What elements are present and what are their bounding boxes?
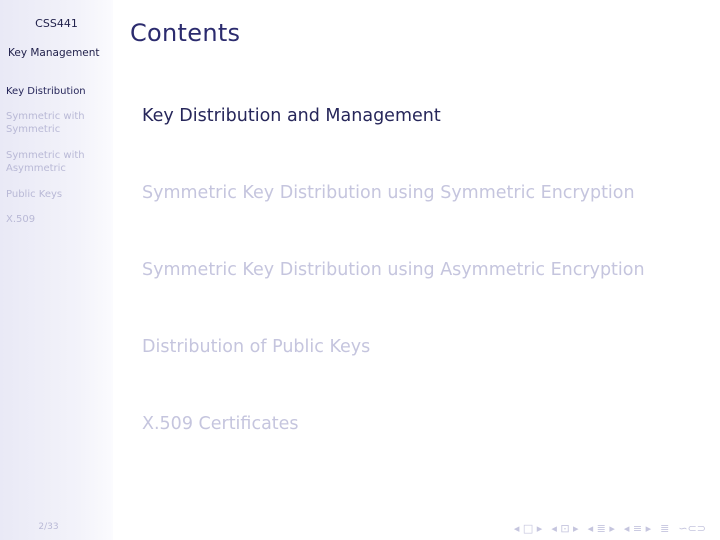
- nav-subsection-icon[interactable]: ◂ ≡ ▸: [624, 522, 651, 535]
- contents-item-key-distribution[interactable]: Key Distribution and Management: [142, 106, 441, 126]
- contents-item-symmetric-asymmetric[interactable]: Symmetric Key Distribution using Asymmet…: [142, 260, 645, 280]
- sidebar-item-symmetric-with-asymmetric[interactable]: Symmetric with Asymmetric: [6, 149, 110, 175]
- sidebar-item-public-keys[interactable]: Public Keys: [6, 188, 110, 201]
- nav-align-icon[interactable]: ≣: [660, 522, 669, 535]
- page-number: 2/33: [38, 522, 59, 532]
- lecture-subtitle[interactable]: Key Management: [8, 47, 100, 59]
- nav-slide-icon[interactable]: ◂ □ ▸: [514, 522, 542, 535]
- nav-section-icon[interactable]: ◂ ≣ ▸: [588, 522, 615, 535]
- nav-search-icon[interactable]: ∽⊂⊃: [678, 522, 706, 535]
- sidebar-item-symmetric-with-symmetric[interactable]: Symmetric with Symmetric: [6, 110, 110, 136]
- course-title[interactable]: CSS441: [0, 17, 113, 30]
- frame-title: Contents: [130, 19, 241, 47]
- contents-item-public-keys[interactable]: Distribution of Public Keys: [142, 337, 370, 357]
- sidebar-item-key-distribution[interactable]: Key Distribution: [6, 85, 110, 98]
- contents-item-symmetric-symmetric[interactable]: Symmetric Key Distribution using Symmetr…: [142, 183, 635, 203]
- beamer-navigation: ◂ □ ▸ ◂ ⊡ ▸ ◂ ≣ ▸ ◂ ≡ ▸ ≣ ∽⊂⊃: [514, 522, 706, 535]
- sidebar: CSS441 Key Management Key Distribution S…: [0, 0, 113, 540]
- contents-item-x509[interactable]: X.509 Certificates: [142, 414, 299, 434]
- sidebar-item-x509[interactable]: X.509: [6, 213, 110, 226]
- nav-frame-icon[interactable]: ◂ ⊡ ▸: [551, 522, 578, 535]
